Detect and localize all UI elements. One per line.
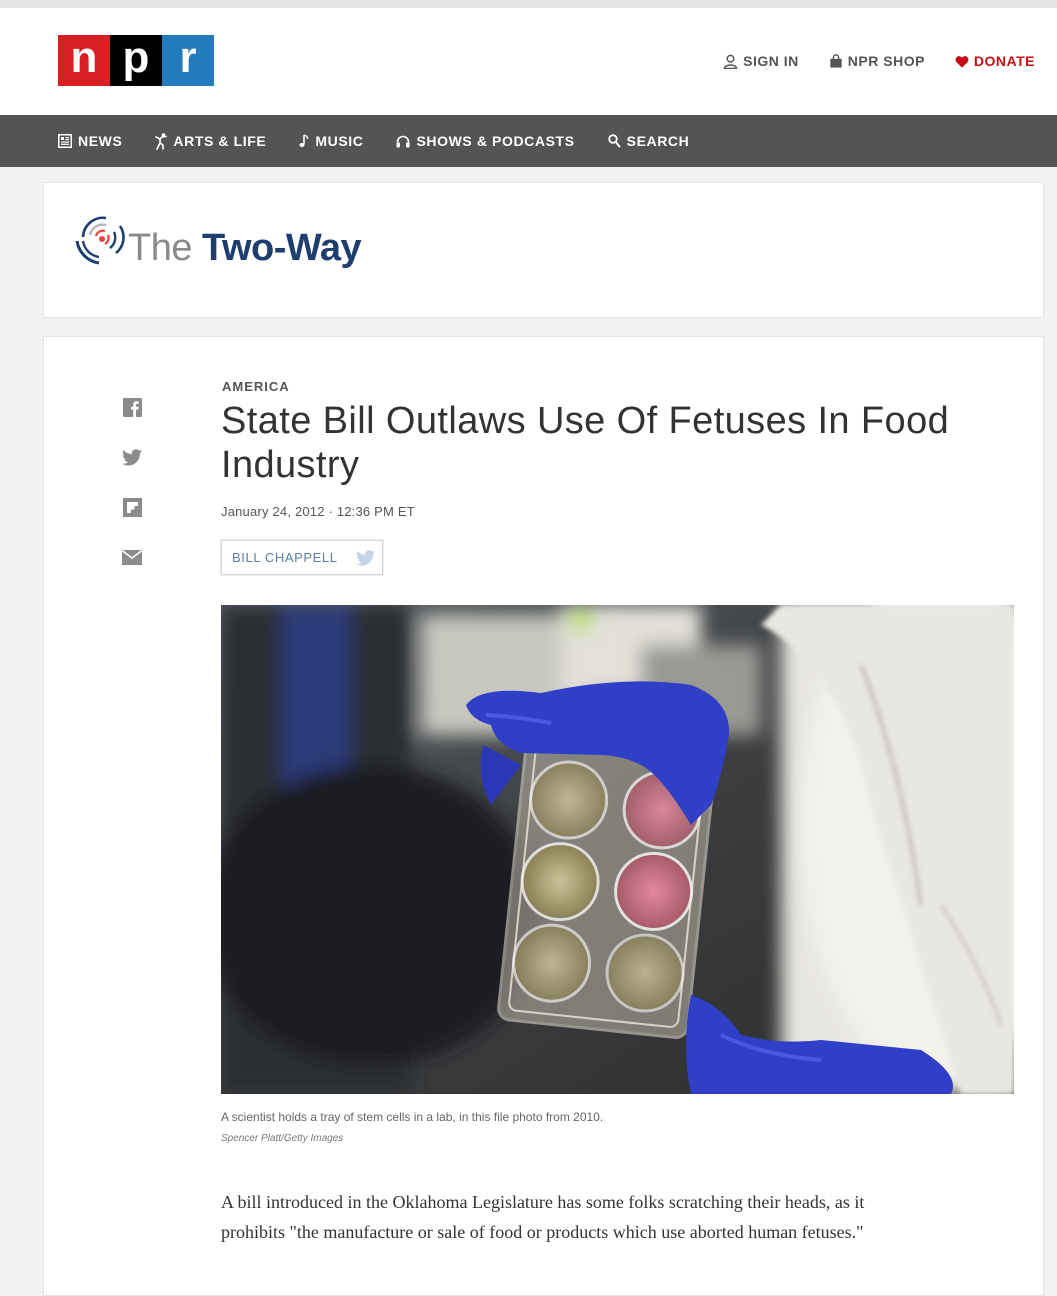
story-dateline: January 24, 2012 · 12:36 PM ET xyxy=(221,504,415,519)
share-facebook[interactable] xyxy=(122,397,142,417)
blog-title-name: Two-Way xyxy=(202,227,362,269)
story-headline: State Bill Outlaws Use Of Fetuses In Foo… xyxy=(221,400,950,486)
photo-credit: Spencer Platt/Getty Images xyxy=(221,1133,344,1144)
logo-letter-r: r xyxy=(162,35,214,86)
twitter-icon xyxy=(122,448,142,465)
byline[interactable]: BILL CHAPPELL xyxy=(221,540,383,575)
logo-letter-n: n xyxy=(58,35,110,86)
npr-logo[interactable]: n p r xyxy=(58,35,214,86)
dancer-icon xyxy=(155,132,168,150)
blog-title-the: The xyxy=(128,227,192,269)
blog-header: The Two-Way xyxy=(43,182,1044,318)
flipboard-icon xyxy=(122,497,142,517)
nav-music[interactable]: MUSIC xyxy=(299,133,363,149)
blog-title: The Two-Way xyxy=(128,227,362,271)
story-photo xyxy=(221,605,1014,1094)
radio-waves-icon xyxy=(75,216,125,265)
facebook-icon xyxy=(122,397,142,417)
nav-shows-podcasts-label: SHOWS & PODCASTS xyxy=(416,133,575,149)
nav-arts-life[interactable]: ARTS & LIFE xyxy=(155,132,267,150)
logo-letter-p: p xyxy=(110,35,162,86)
heart-icon xyxy=(955,55,969,68)
story-body-paragraph: A bill introduced in the Oklahoma Legisl… xyxy=(221,1192,865,1242)
email-icon xyxy=(122,549,142,565)
share-email[interactable] xyxy=(122,547,142,567)
donate-link[interactable]: DONATE xyxy=(955,53,1035,69)
sign-in-label: SIGN IN xyxy=(743,53,799,69)
shopping-bag-icon xyxy=(830,54,842,68)
nav-music-label: MUSIC xyxy=(315,133,364,149)
photo-caption: A scientist holds a tray of stem cells i… xyxy=(221,1110,604,1124)
donate-label: DONATE xyxy=(973,53,1035,69)
main-nav: NEWS ARTS & LIFE MUSIC SHOWS & PODCASTS … xyxy=(0,115,1057,167)
share-flipboard[interactable] xyxy=(122,497,142,517)
nav-search[interactable]: SEARCH xyxy=(607,133,690,149)
nav-news-label: NEWS xyxy=(78,133,123,149)
share-tools xyxy=(122,397,142,567)
nav-search-label: SEARCH xyxy=(626,133,690,149)
music-note-icon xyxy=(299,134,309,147)
two-way-logo[interactable]: The Two-Way xyxy=(74,211,362,271)
nav-news[interactable]: NEWS xyxy=(58,133,122,149)
site-header: n p r SIGN IN NPR SHOP DONATE xyxy=(0,0,1057,115)
stem-cell-tray-photo xyxy=(221,605,1014,1094)
story-slug[interactable]: AMERICA xyxy=(222,379,290,394)
newspaper-icon xyxy=(58,134,72,148)
headphones-icon xyxy=(396,135,410,147)
share-twitter[interactable] xyxy=(122,447,142,467)
npr-shop-link[interactable]: NPR SHOP xyxy=(829,53,925,69)
twitter-icon[interactable] xyxy=(355,549,375,566)
nav-shows-podcasts[interactable]: SHOWS & PODCASTS xyxy=(396,133,574,149)
utility-links: SIGN IN NPR SHOP DONATE xyxy=(723,53,1035,69)
search-icon xyxy=(607,134,621,148)
nav-arts-life-label: ARTS & LIFE xyxy=(173,133,267,149)
author-name[interactable]: BILL CHAPPELL xyxy=(232,550,338,565)
sign-in-link[interactable]: SIGN IN xyxy=(723,53,799,69)
npr-shop-label: NPR SHOP xyxy=(847,53,925,69)
user-icon xyxy=(723,54,738,69)
story-card: AMERICA State Bill Outlaws Use Of Fetuse… xyxy=(43,336,1044,1296)
